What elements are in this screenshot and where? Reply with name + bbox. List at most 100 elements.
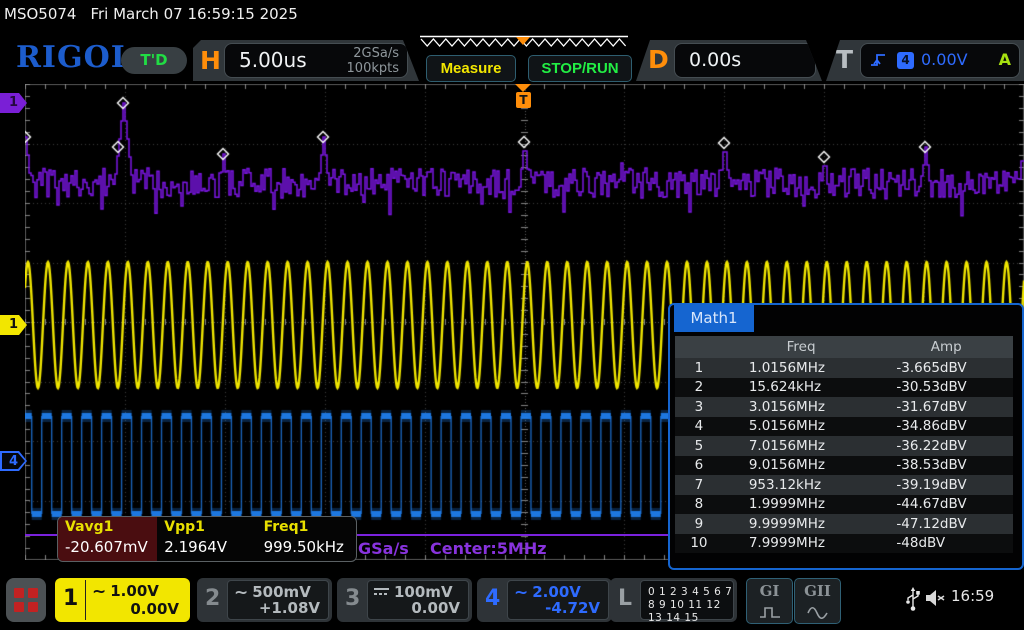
sine-wave-icon (806, 606, 830, 619)
channel4-offset: -4.72V (545, 599, 600, 617)
row-index: 4 (675, 417, 723, 437)
freq-value: 9.9999MHz (723, 514, 881, 534)
math1-table-row: 99.9999MHz-47.12dBV (675, 514, 1013, 534)
math1-table-row: 69.0156MHz-38.53dBV (675, 456, 1013, 476)
math1-table-row: 81.9999MHz-44.67dBV (675, 495, 1013, 515)
row-index: 5 (675, 436, 723, 456)
ac-coupling-icon: ~ (514, 583, 528, 603)
row-index: 8 (675, 495, 723, 515)
math1-table-row: 7953.12kHz-39.19dBV (675, 475, 1013, 495)
amp-value: -44.67dBV (880, 495, 1013, 515)
trigger-status-badge: T'D (121, 47, 187, 74)
row-index: 7 (675, 475, 723, 495)
t-label: T (836, 45, 853, 74)
math1-table-row: 33.0156MHz-31.67dBV (675, 397, 1013, 417)
waveform-preview-strip[interactable] (416, 35, 632, 53)
acquisition-info: 2GSa/s 100kpts (347, 46, 399, 76)
measurement-freq1[interactable]: Freq1 999.50kHz (257, 517, 356, 561)
speaker-muted-icon (925, 588, 947, 608)
trigger-position-marker[interactable]: T (516, 92, 531, 108)
freq-value: 7.0156MHz (723, 436, 881, 456)
channel4-tag-inner: 4 (2, 453, 25, 469)
fft-center-freq: Center:5MHz (430, 539, 547, 558)
channel4-button[interactable]: 4 ~2.00V -4.72V (477, 578, 612, 622)
generator1-button[interactable]: GI (746, 578, 793, 624)
freq-value: 953.12kHz (723, 475, 881, 495)
trigger-source-badge: 4 (897, 52, 914, 69)
d-label: D (648, 45, 669, 74)
rigol-logo: RIGOL (16, 40, 133, 75)
measure-button[interactable]: Measure (426, 55, 516, 82)
measurement-panel[interactable]: Vavg1 -20.607mV Vpp1 2.1964V Freq1 999.5… (57, 516, 357, 562)
timebase-value: 5.00us (239, 48, 307, 72)
datetime: Fri March 07 16:59:15 2025 (90, 5, 297, 23)
timebase-box[interactable]: 5.00us 2GSa/s 100kpts (224, 43, 408, 78)
channel1-position-tag[interactable]: 1 (0, 315, 27, 335)
row-index: 10 (675, 534, 723, 554)
amp-value: -39.19dBV (880, 475, 1013, 495)
channel3-offset: 0.00V (411, 599, 460, 617)
freq-value: 1.0156MHz (723, 358, 881, 378)
delay-settings-button[interactable]: D 0.00s (636, 40, 822, 81)
measurement-vavg1[interactable]: Vavg1 -20.607mV (58, 517, 157, 561)
delay-value: 0.00s (689, 49, 741, 71)
trigger-position-triangle[interactable] (515, 84, 531, 92)
math1-table-row: 107.9999MHz-48dBV (675, 534, 1013, 554)
row-index: 9 (675, 514, 723, 534)
logic-row1: 0 1 2 3 4 5 6 7 (648, 586, 733, 599)
channel4-position-tag[interactable]: 4 (0, 451, 27, 471)
math1-results-panel[interactable]: Math1 Freq Amp 11.0156MHz-3.665dBV215.62… (668, 303, 1024, 570)
main-menu-button[interactable] (6, 578, 46, 622)
amp-value: -36.22dBV (880, 436, 1013, 456)
stop-run-button[interactable]: STOP/RUN (528, 55, 632, 82)
h-label: H (200, 46, 221, 75)
freq-value: 15.624kHz (723, 378, 881, 398)
trigger-slope-icon (869, 51, 891, 69)
trigger-mode: A (999, 50, 1011, 69)
amp-value: -30.53dBV (880, 378, 1013, 398)
sample-rate: 2GSa/s (347, 46, 399, 61)
channel2-offset: +1.08V (259, 599, 320, 617)
channel1-button[interactable]: 1 ~1.00V 0.00V (55, 578, 190, 622)
math1-table-row: 45.0156MHz-34.86dBV (675, 417, 1013, 437)
logic-channels: 0 1 2 3 4 5 6 7 8 9 10 11 12 13 14 15 (640, 580, 734, 620)
amp-value: -34.86dBV (880, 417, 1013, 437)
row-index: 3 (675, 397, 723, 417)
logic-row2: 8 9 10 11 12 13 14 15 (648, 599, 733, 625)
freq-value: 7.9999MHz (723, 534, 881, 554)
bottom-bar: 1 ~1.00V 0.00V 2 ~500mV +1.08V 3 100mV 0… (0, 574, 1024, 630)
freq-value: 1.9999MHz (723, 495, 881, 515)
channel2-button[interactable]: 2 ~500mV +1.08V (197, 578, 332, 622)
horizontal-settings-button[interactable]: H 5.00us 2GSa/s 100kpts (193, 40, 419, 81)
memory-depth: 100kpts (347, 61, 399, 76)
oscilloscope-screen: MSO5074Fri March 07 16:59:15 2025 RIGOL … (0, 0, 1024, 630)
trigger-level: 0.00V (921, 50, 968, 69)
channel3-button[interactable]: 3 100mV 0.00V (337, 578, 472, 622)
index-column-header (675, 336, 723, 358)
math1-position-tag[interactable]: 1 (0, 93, 27, 113)
dc-coupling-icon (374, 588, 389, 595)
fft-sample-rate: GSa/s (358, 539, 409, 558)
math1-table-row: 11.0156MHz-3.665dBV (675, 358, 1013, 378)
freq-value: 9.0156MHz (723, 456, 881, 476)
freq-value: 5.0156MHz (723, 417, 881, 437)
trigger-box[interactable]: 4 0.00V A (860, 43, 1020, 78)
amp-value: -47.12dBV (880, 514, 1013, 534)
math1-table-row: 215.624kHz-30.53dBV (675, 378, 1013, 398)
channel1-scale: 1.00V (110, 582, 159, 600)
amp-value: -31.67dBV (880, 397, 1013, 417)
row-index: 6 (675, 456, 723, 476)
logic-analyzer-button[interactable]: L 0 1 2 3 4 5 6 7 8 9 10 11 12 13 14 15 (610, 578, 737, 622)
amp-value: -48dBV (880, 534, 1013, 554)
freq-value: 3.0156MHz (723, 397, 881, 417)
row-index: 1 (675, 358, 723, 378)
delay-box[interactable]: 0.00s (674, 43, 816, 78)
titlebar: MSO5074Fri March 07 16:59:15 2025 (4, 5, 298, 23)
trigger-settings-button[interactable]: T 4 0.00V A (826, 40, 1024, 81)
math1-table: Freq Amp 11.0156MHz-3.665dBV215.624kHz-3… (675, 336, 1013, 553)
math1-header-row: Freq Amp (675, 336, 1013, 358)
measurement-vpp1[interactable]: Vpp1 2.1964V (157, 517, 256, 561)
generator2-button[interactable]: GII (794, 578, 841, 624)
menu-grid-icon (14, 588, 38, 612)
math1-tab[interactable]: Math1 (674, 305, 754, 332)
